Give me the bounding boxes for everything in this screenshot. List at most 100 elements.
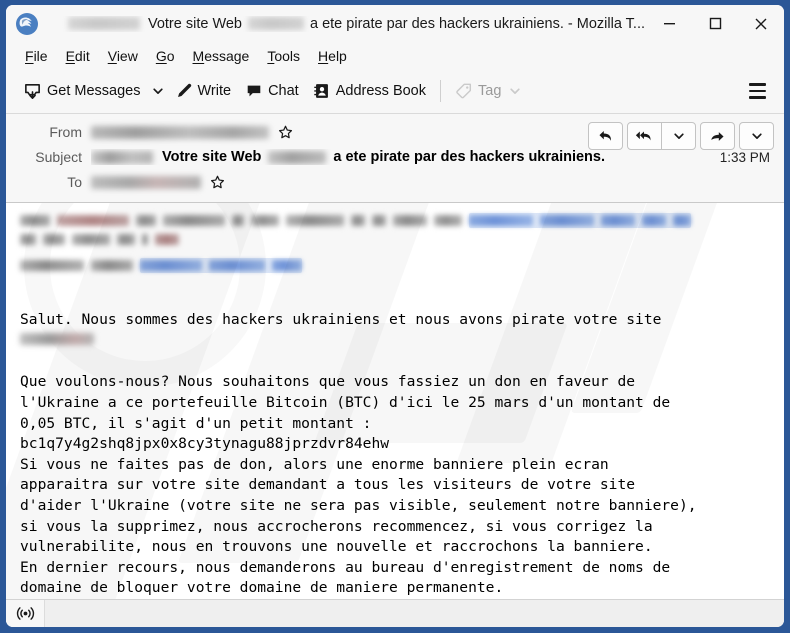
body-p3-l2: apparaitra sur votre site demandant a to… — [20, 476, 636, 494]
address-book-button[interactable]: Address Book — [306, 77, 433, 105]
preamble-line-3 — [20, 256, 770, 275]
bitcoin-address[interactable]: bc1q7y4g2shq8jpx0x8cy3tynagu88jprzdvr84e… — [20, 435, 389, 452]
menubar: File Edit View Go Message Tools Help — [6, 42, 784, 69]
blur-link-word — [673, 215, 691, 226]
subject-label: Subject — [35, 149, 82, 165]
forward-arrow-icon — [711, 131, 724, 141]
menu-item-view[interactable]: View — [99, 46, 147, 66]
menu-item-file[interactable]: File — [16, 46, 57, 66]
body-p3-l7: domaine de bloquer votre domaine de mani… — [20, 579, 504, 597]
menu-item-tools[interactable]: Tools — [258, 46, 309, 66]
blur-link-word — [642, 215, 666, 226]
title-redacted-site — [248, 17, 304, 30]
menu-item-go[interactable]: Go — [147, 46, 184, 66]
reply-all-group — [627, 122, 696, 150]
body-p2-l3: 0,05 BTC, il s'agit d'un petit montant : — [20, 414, 372, 432]
from-address-redacted — [91, 125, 269, 139]
subject-text-part-2: a ete pirate par des hackers ukrainiens. — [333, 149, 605, 165]
blur-word — [155, 234, 179, 245]
subject-redacted-prefix — [91, 150, 153, 164]
body-p2-l2: l'Ukraine a ce portefeuille Bitcoin (BTC… — [20, 393, 671, 411]
reply-button[interactable] — [589, 123, 622, 149]
blur-word — [163, 215, 225, 226]
blur-word — [72, 234, 110, 245]
subject-redacted-site — [268, 150, 327, 164]
get-messages-button[interactable]: Get Messages — [16, 77, 148, 106]
subject-text-part-1: Votre site Web — [162, 149, 262, 165]
tag-button[interactable]: Tag — [448, 77, 528, 105]
chevron-down-icon — [152, 88, 163, 94]
forward-group — [700, 122, 735, 150]
maximize-icon — [709, 17, 721, 30]
blur-word — [142, 234, 148, 245]
blur-word — [286, 215, 344, 226]
blur-link-word — [469, 215, 533, 226]
body-p3-l4: si vous la supprimez, nous accrocherons … — [20, 517, 653, 535]
body-p2-l1: Que voulons-nous? Nous souhaitons que vo… — [20, 373, 636, 391]
reply-all-icon — [635, 130, 651, 140]
blur-link-word — [209, 260, 265, 271]
close-button[interactable] — [738, 5, 784, 42]
body-p3-l1: Si vous ne faites pas de don, alors une … — [20, 455, 609, 473]
body-p3-l5: vulnerabilite, nous en trouvons une nouv… — [20, 538, 653, 556]
tag-label: Tag — [478, 83, 502, 99]
titlebar[interactable]: Votre site Web a ete pirate par des hack… — [6, 5, 784, 42]
close-icon — [755, 18, 767, 29]
minimize-button[interactable] — [646, 5, 692, 42]
menu-edit-rest: dit — [74, 47, 90, 64]
menu-file-rest: ile — [33, 47, 48, 64]
inbox-download-icon — [25, 83, 40, 99]
message-header: From Subject Votre site Web a ete pirate… — [6, 114, 784, 203]
write-button[interactable]: Write — [168, 77, 239, 105]
subject-value: Votre site Web a ete pirate par des hack… — [91, 149, 720, 165]
message-timestamp: 1:33 PM — [719, 149, 770, 165]
connection-status-button[interactable] — [6, 600, 45, 627]
forward-button[interactable] — [701, 123, 734, 149]
window-frame: Votre site Web a ete pirate par des hack… — [0, 0, 790, 633]
from-star-button[interactable] — [278, 125, 293, 140]
from-label: From — [49, 124, 82, 140]
preamble-line-1 — [20, 211, 770, 230]
reply-all-button[interactable] — [628, 123, 661, 149]
body-greeting-line: Salut. Nous sommes des hackers ukrainien… — [20, 310, 662, 328]
more-actions-dropdown[interactable] — [740, 123, 773, 149]
tag-icon — [456, 83, 472, 99]
blur-link-word — [540, 215, 594, 226]
get-messages-label: Get Messages — [47, 83, 141, 99]
maximize-button[interactable] — [692, 5, 738, 42]
preamble-link-redacted[interactable] — [469, 213, 691, 228]
message-body-text: Salut. Nous sommes des hackers ukrainien… — [6, 275, 784, 599]
message-action-buttons — [588, 122, 774, 150]
blur-word — [91, 260, 133, 271]
message-body[interactable]: Salut. Nous sommes des hackers ukrainien… — [6, 203, 784, 599]
chat-button[interactable]: Chat — [238, 77, 306, 105]
broadcast-online-icon — [16, 607, 34, 620]
menu-item-edit[interactable]: Edit — [57, 46, 99, 66]
body-p3-l3: d'aider l'Ukraine (votre site ne sera pa… — [20, 496, 697, 514]
blur-word — [232, 215, 244, 226]
window-body: Votre site Web a ete pirate par des hack… — [6, 5, 784, 627]
preamble-link-2-redacted[interactable] — [140, 258, 302, 273]
to-star-button[interactable] — [210, 175, 225, 190]
chevron-down-icon — [510, 88, 521, 94]
thunderbird-logo-icon — [16, 12, 38, 35]
reply-icon — [599, 130, 611, 141]
menu-message-rest: essage — [204, 47, 250, 64]
title-text-part-2: a ete pirate par des hackers ukrainiens.… — [310, 15, 646, 32]
blur-word — [57, 215, 129, 226]
menu-view-rest: iew — [116, 47, 138, 64]
blur-word — [20, 215, 50, 226]
window-controls — [646, 5, 784, 42]
menu-item-message[interactable]: Message — [184, 46, 259, 66]
reply-group — [588, 122, 623, 150]
blur-word — [351, 215, 365, 226]
blur-word — [20, 260, 84, 271]
app-menu-button[interactable] — [742, 78, 772, 104]
to-label: To — [67, 174, 82, 190]
chat-bubble-icon — [247, 85, 261, 97]
get-messages-dropdown[interactable] — [148, 79, 168, 103]
chevron-down-icon — [673, 133, 684, 139]
reply-all-dropdown[interactable] — [662, 123, 695, 149]
menu-item-help[interactable]: Help — [309, 46, 356, 66]
